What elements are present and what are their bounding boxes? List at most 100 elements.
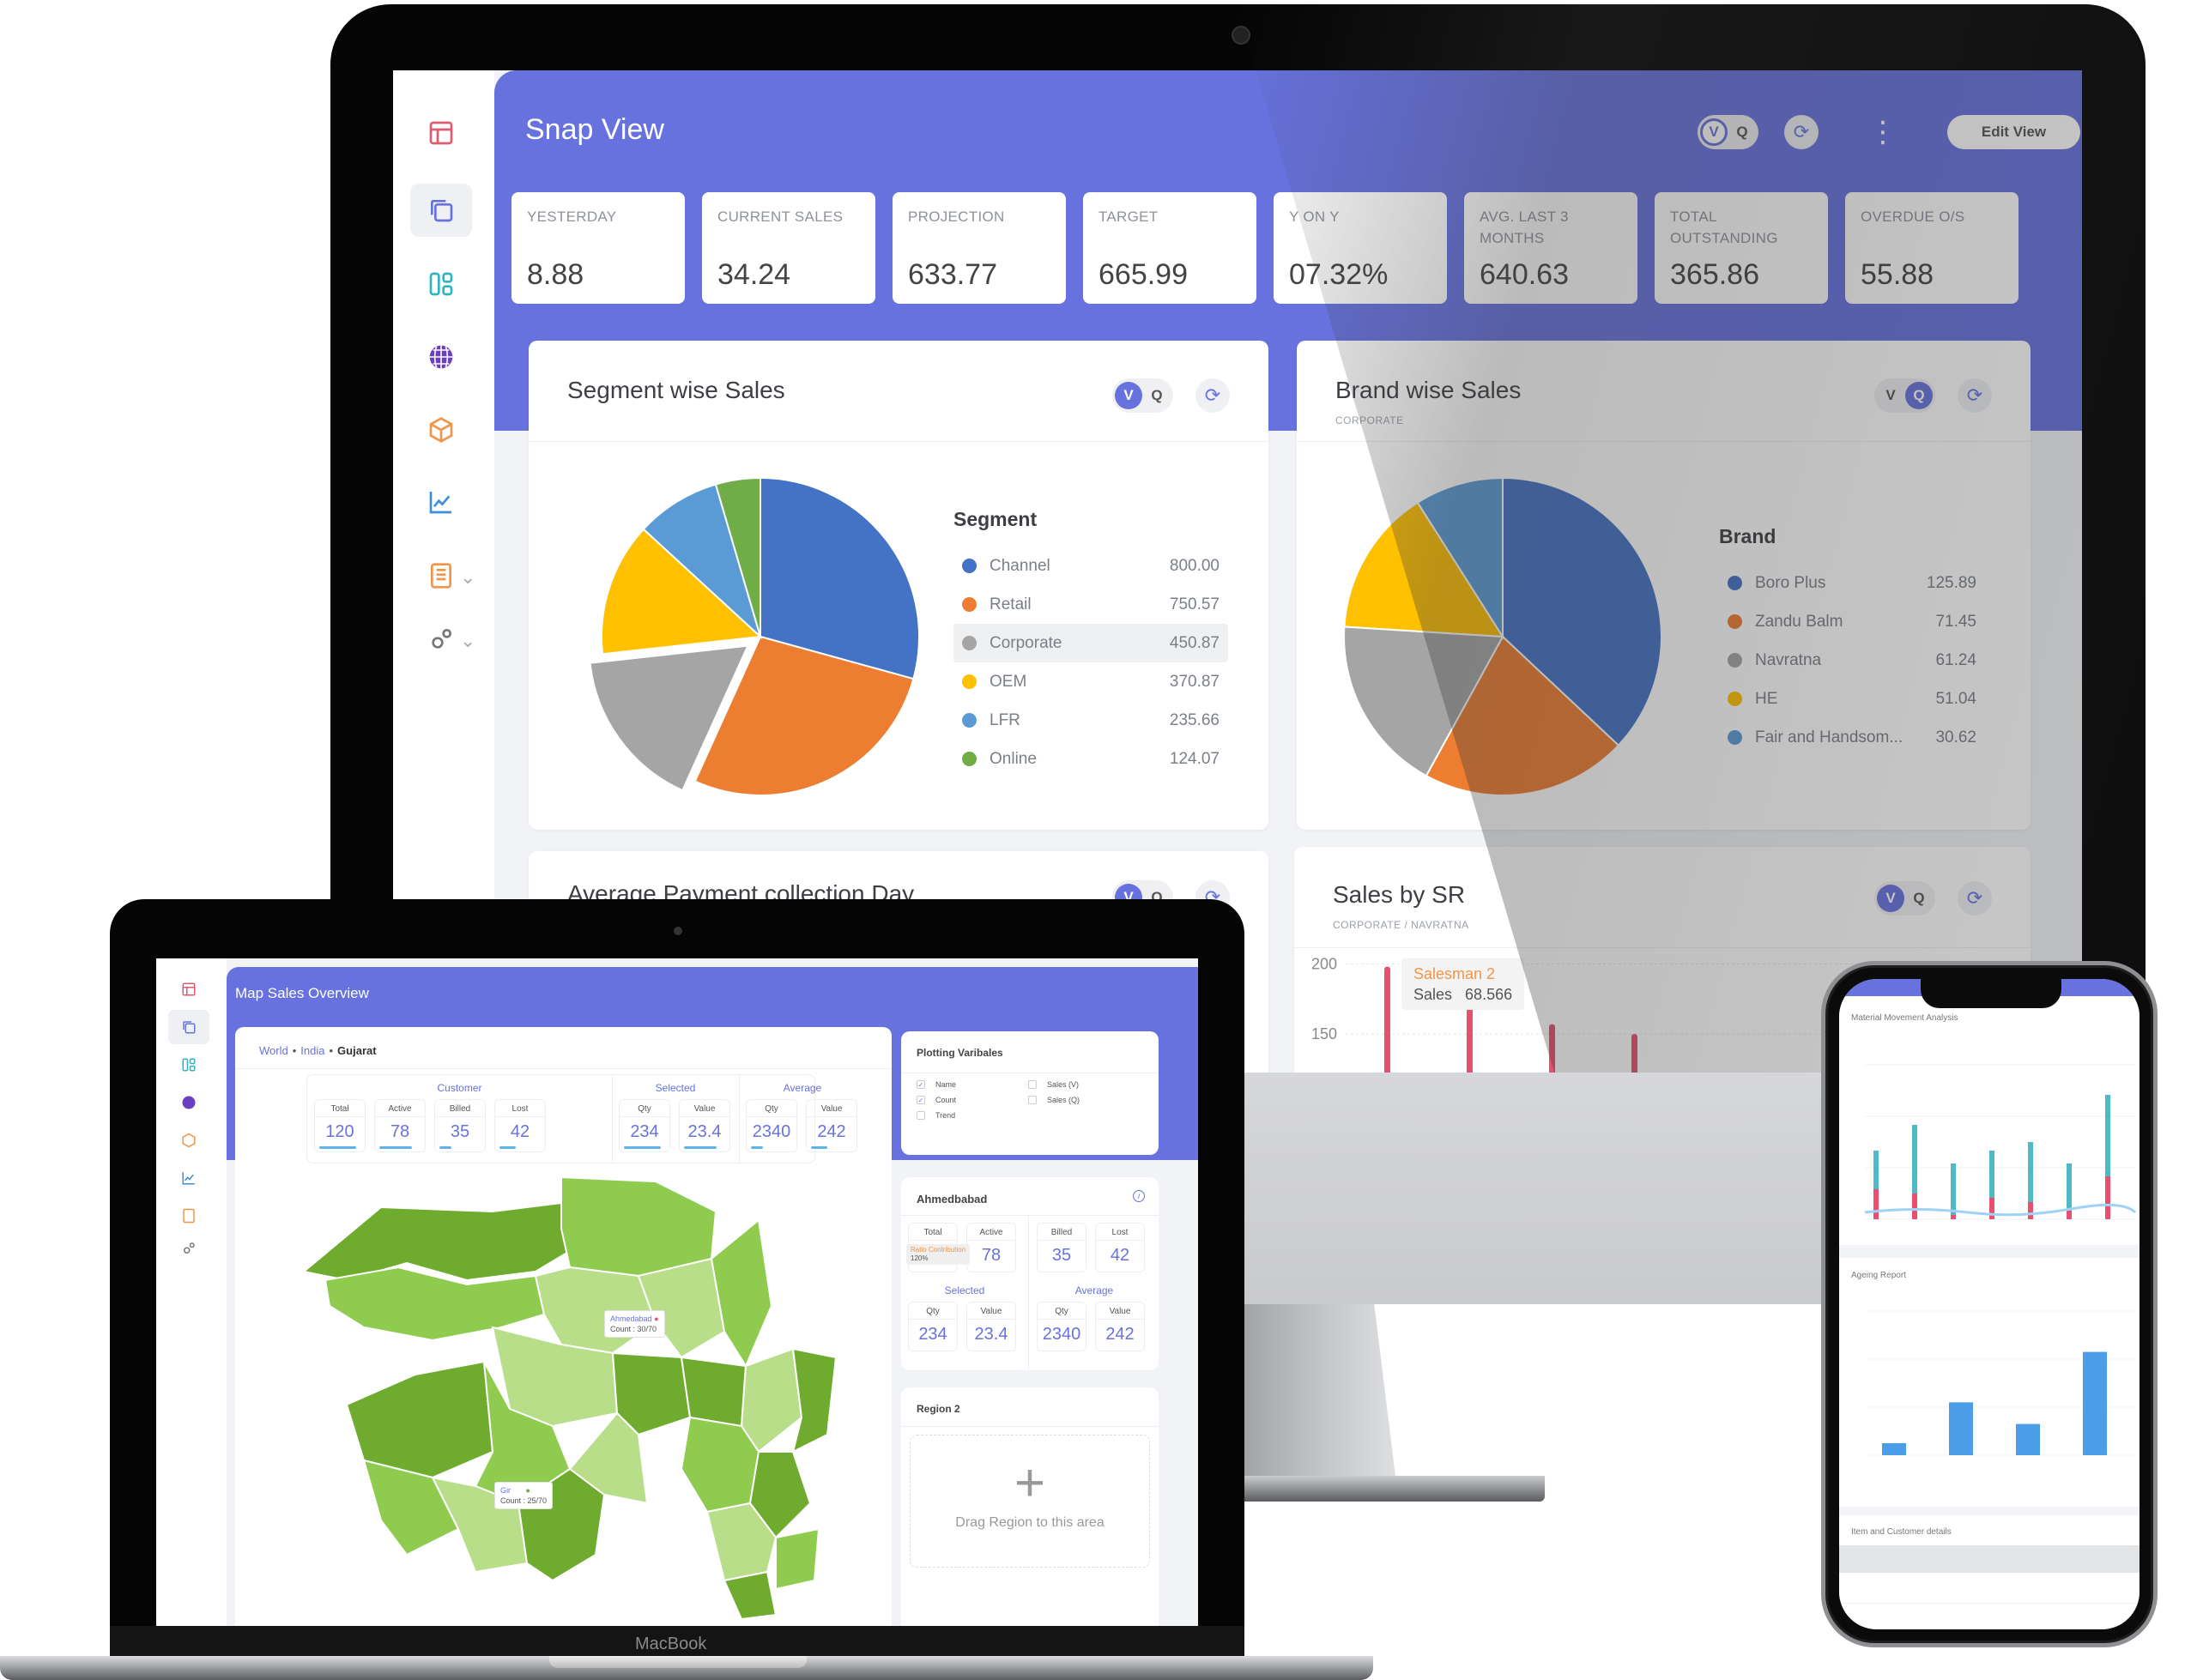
kpi-card[interactable]: OVERDUE O/S 55.88 [1845,192,2018,304]
stat-tile[interactable]: Value 23.4 [679,1099,730,1152]
legend-item[interactable]: Corporate 450.87 [953,624,1228,662]
map-district[interactable] [324,1266,546,1342]
kpi-card[interactable]: Y ON Y 07.32% [1274,192,1447,304]
stat-tile[interactable]: Lost 42 [1095,1223,1145,1272]
legend-item[interactable]: Zandu Balm 71.45 [1719,602,1985,641]
bar-salesman-3[interactable] [1549,1024,1555,1073]
legend-item[interactable]: LFR 235.66 [953,701,1228,740]
refresh-icon[interactable]: ⟳ [1784,115,1819,149]
ageing-bar[interactable] [1949,1402,1973,1455]
breadcrumb-india[interactable]: India [300,1044,324,1057]
bar-current-month[interactable] [1912,1194,1917,1219]
checkbox-sales-q-[interactable]: Sales (Q) [1028,1096,1080,1104]
bar-current-month[interactable] [1951,1215,1956,1219]
legend-item[interactable]: HE 51.04 [1719,680,1985,718]
bar-current-month[interactable] [2028,1202,2033,1219]
chart-line-icon[interactable] [168,1161,209,1195]
bar-salesman-1[interactable] [1384,966,1390,1073]
kpi-card[interactable]: PROJECTION 633.77 [893,192,1066,304]
checkbox-sales-v-[interactable]: Sales (V) [1028,1080,1079,1089]
map-district[interactable] [710,1218,773,1369]
checkbox-name[interactable]: ✓ Name [917,1080,956,1089]
stat-tile[interactable]: Billed 35 [1037,1223,1086,1272]
bar-salesman-4[interactable] [1631,1034,1637,1073]
checkbox-box[interactable]: ✓ [917,1096,925,1104]
more-options-icon[interactable]: ⋮ [1868,118,1897,147]
toggle-q[interactable]: Q [1147,387,1166,404]
stat-tile[interactable]: Value 242 [1095,1302,1145,1351]
legend-item[interactable]: Channel 800.00 [953,547,1228,585]
checkbox-count[interactable]: ✓ Count [917,1096,956,1104]
toggle-v[interactable]: V [1700,118,1728,146]
toggle-v[interactable]: V [1115,382,1142,409]
map-district[interactable] [680,1356,747,1428]
bar-avg-3-month[interactable] [2028,1142,2033,1202]
dashboard-icon[interactable] [410,257,472,311]
stat-tile[interactable]: Qty 234 [908,1302,958,1351]
stat-tile[interactable]: Qty 234 [619,1099,670,1152]
value-quantity-toggle[interactable]: V Q [1874,881,1935,916]
legend-item[interactable]: Fair and Handsom... 30.62 [1719,718,1985,757]
stat-tile[interactable]: Total 120 [314,1099,366,1152]
map-district[interactable] [723,1570,778,1619]
settings-icon[interactable] [168,1231,209,1266]
toggle-q[interactable]: Q [1910,890,1928,907]
layout-icon[interactable] [168,972,209,1006]
bar-avg-3-month[interactable] [1912,1125,1917,1194]
kpi-card[interactable]: YESTERDAY 8.88 [511,192,685,304]
edit-view-button[interactable]: Edit View [1947,115,2080,149]
toggle-q[interactable]: Q [1905,382,1933,409]
checkbox-box[interactable] [1028,1080,1037,1089]
globe-icon[interactable] [168,1085,209,1120]
region-drop-zone[interactable]: + Drag Region to this area [910,1435,1150,1568]
copy-icon[interactable] [168,1010,209,1044]
value-quantity-toggle[interactable]: V Q [1698,115,1758,149]
bar-avg-3-month[interactable] [2067,1163,2072,1211]
ageing-bar[interactable] [2083,1351,2107,1455]
kpi-card[interactable]: AVG. LAST 3 MONTHS 640.63 [1464,192,1637,304]
bar-current-month[interactable] [2067,1211,2072,1219]
bar-current-month[interactable] [1873,1189,1879,1219]
map-district[interactable] [560,1177,717,1278]
toggle-v[interactable]: V [1877,885,1904,912]
checkbox-box[interactable] [1028,1096,1037,1104]
value-quantity-toggle[interactable]: V Q [1112,378,1173,413]
refresh-icon[interactable]: ⟳ [1958,881,1992,916]
stat-tile[interactable]: Value 23.4 [966,1302,1016,1351]
stat-tile[interactable]: Lost 42 [494,1099,546,1152]
legend-item[interactable]: OEM 370.87 [953,662,1228,701]
stat-tile[interactable]: Active 78 [374,1099,426,1152]
stat-tile[interactable]: Qty 2340 [746,1099,797,1152]
toggle-v[interactable]: V [1881,387,1900,404]
ageing-bar[interactable] [2016,1423,2040,1455]
chevron-down-icon[interactable]: ⌄ [460,566,475,589]
map-district[interactable] [345,1360,494,1479]
refresh-icon[interactable]: ⟳ [1958,378,1992,413]
ageing-bar[interactable] [1882,1443,1906,1455]
gujarat-choropleth-map[interactable] [278,1177,853,1619]
chart-line-icon[interactable] [410,475,472,529]
toggle-q[interactable]: Q [1733,124,1752,141]
kpi-card[interactable]: TARGET 665.99 [1083,192,1256,304]
checkbox-trend[interactable]: Trend [917,1111,955,1120]
checkbox-box[interactable] [917,1111,925,1120]
box-icon[interactable] [168,1123,209,1157]
chevron-down-icon[interactable]: ⌄ [460,630,475,652]
legend-item[interactable]: Online 124.07 [953,740,1228,778]
bar-avg-3-month[interactable] [2105,1095,2110,1176]
bar-avg-3-month[interactable] [1951,1163,1956,1215]
map-district[interactable] [301,1201,580,1282]
copy-icon[interactable] [410,184,472,237]
bar-avg-3-month[interactable] [1989,1151,1994,1198]
bar-salesman-2[interactable] [1467,1006,1473,1073]
map-district[interactable] [775,1527,820,1591]
stat-tile[interactable]: Value 242 [806,1099,857,1152]
bar-avg-3-month[interactable] [1873,1151,1879,1189]
dashboard-icon[interactable] [168,1048,209,1082]
stat-tile[interactable]: Billed 35 [434,1099,486,1152]
checkbox-box[interactable]: ✓ [917,1080,925,1089]
refresh-icon[interactable]: ⟳ [1195,378,1230,413]
stat-tile[interactable]: Active 78 [966,1223,1016,1272]
bar-current-month[interactable] [2105,1176,2110,1219]
info-icon[interactable]: i [1133,1190,1145,1202]
